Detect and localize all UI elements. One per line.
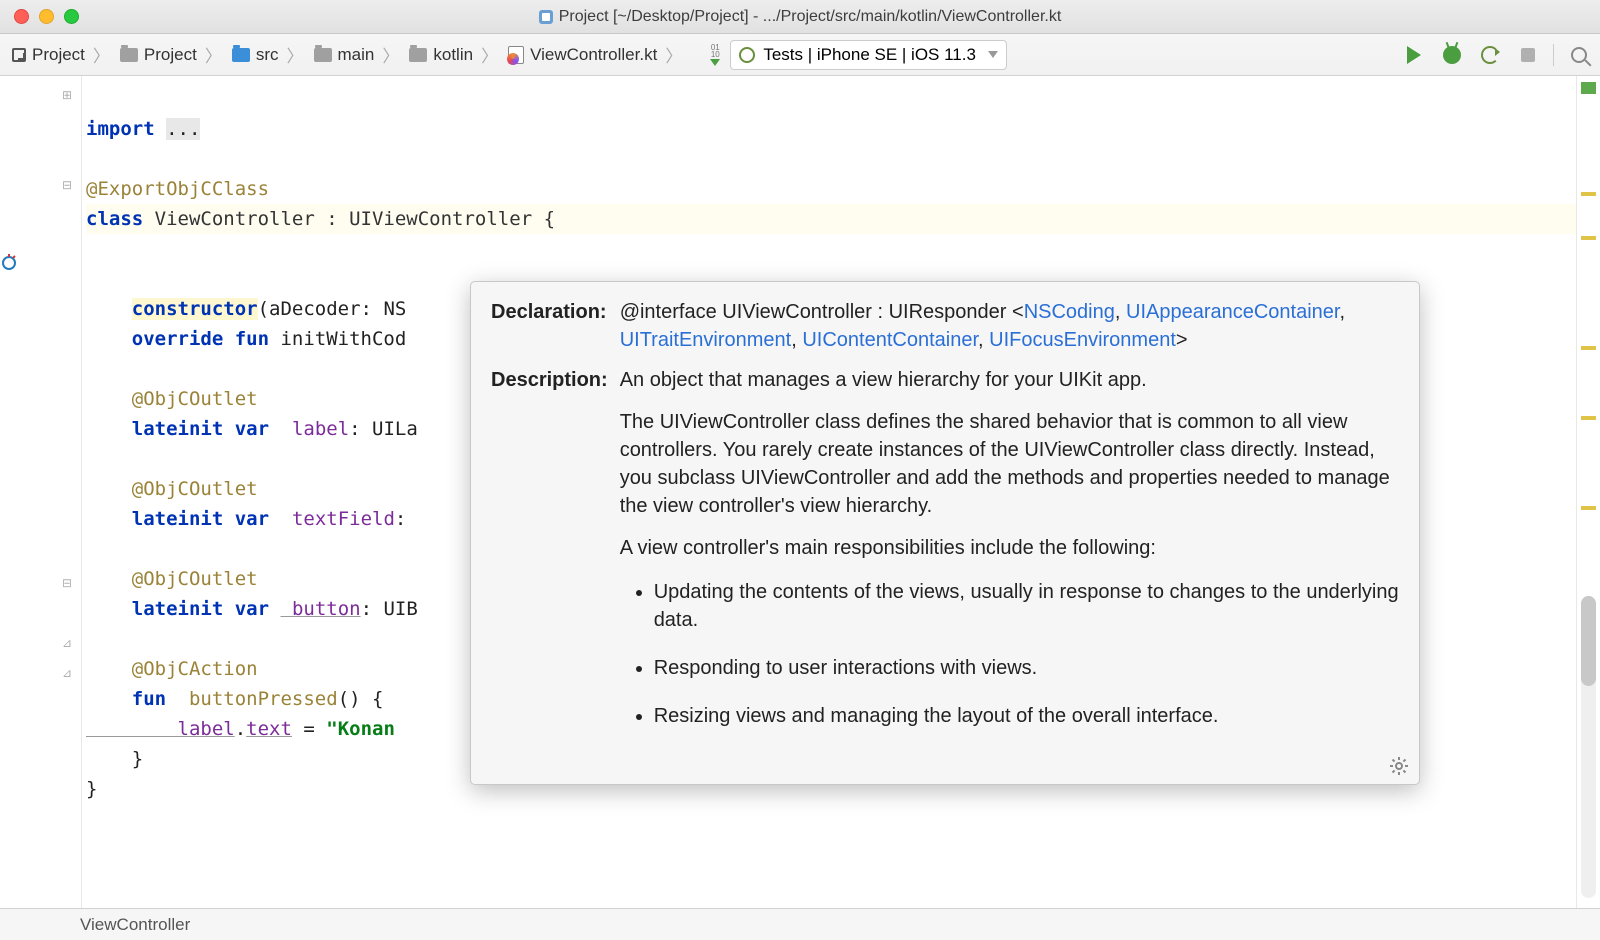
- warning-marker[interactable]: [1581, 236, 1596, 240]
- fold-end-icon[interactable]: ⊿: [62, 666, 72, 680]
- debug-button[interactable]: [1439, 42, 1465, 68]
- doc-declaration-key: Declaration:: [491, 298, 620, 366]
- stop-icon: [1521, 48, 1535, 62]
- search-icon: [1571, 47, 1587, 63]
- window-title: Project [~/Desktop/Project] - .../Projec…: [0, 8, 1600, 26]
- search-everywhere-button[interactable]: [1566, 42, 1592, 68]
- chevron-right-icon: 〉: [665, 42, 682, 67]
- main-toolbar: Project 〉 Project 〉 src 〉 main 〉 kotlin …: [0, 34, 1600, 76]
- breadcrumb-label: kotlin: [433, 45, 473, 65]
- doc-declaration-value: @interface UIViewController : UIResponde…: [620, 298, 1399, 366]
- doc-link[interactable]: UIFocusEnvironment: [989, 329, 1176, 351]
- editor-marker-strip[interactable]: [1576, 76, 1600, 908]
- bug-icon: [1443, 46, 1461, 64]
- window-titlebar: Project [~/Desktop/Project] - .../Projec…: [0, 0, 1600, 34]
- breadcrumb-main[interactable]: main 〉: [310, 42, 404, 67]
- project-icon: [539, 10, 553, 24]
- scrollbar-track[interactable]: [1581, 596, 1596, 898]
- window-title-text: Project [~/Desktop/Project] - .../Projec…: [559, 8, 1062, 26]
- chevron-right-icon: 〉: [481, 42, 498, 67]
- run-config-label: Tests | iPhone SE | iOS 11.3: [763, 45, 976, 65]
- folder-icon: [409, 48, 427, 62]
- doc-list-item: Updating the contents of the views, usua…: [654, 578, 1399, 634]
- editor-gutter[interactable]: ⊞ ⊟ ⊟ ⊿ ⊿: [34, 76, 82, 908]
- folder-icon: [314, 48, 332, 62]
- breadcrumb-root-label: Project: [32, 45, 85, 65]
- zoom-window-button[interactable]: [64, 9, 79, 24]
- run-target-icon: [739, 47, 755, 63]
- breadcrumb-file[interactable]: ViewController.kt 〉: [504, 42, 686, 67]
- project-root-icon: [12, 48, 26, 62]
- close-window-button[interactable]: [14, 9, 29, 24]
- doc-settings-button[interactable]: [1389, 756, 1409, 776]
- doc-description-key: Description:: [491, 366, 620, 762]
- dropdown-icon: [988, 51, 998, 58]
- breadcrumb-label: src: [256, 45, 279, 65]
- run-configuration-select[interactable]: Tests | iPhone SE | iOS 11.3: [730, 40, 1007, 70]
- warning-marker[interactable]: [1581, 192, 1596, 196]
- toolbar-separator: [1553, 44, 1554, 66]
- sync-button[interactable]: 0110: [702, 42, 728, 68]
- doc-list-item: Responding to user interactions with vie…: [654, 654, 1399, 682]
- left-tool-strip: [0, 76, 34, 908]
- chevron-right-icon: 〉: [287, 42, 304, 67]
- coverage-button[interactable]: [1477, 42, 1503, 68]
- window-controls: [0, 9, 79, 24]
- doc-description-value: An object that manages a view hierarchy …: [620, 366, 1399, 762]
- breadcrumb-project[interactable]: Project 〉: [116, 42, 226, 67]
- chevron-right-icon: 〉: [205, 42, 222, 67]
- warning-marker[interactable]: [1581, 416, 1596, 420]
- folder-icon: [232, 48, 250, 62]
- kotlin-file-icon: [508, 46, 524, 64]
- fold-toggle-icon[interactable]: ⊟: [62, 576, 72, 590]
- breadcrumb-label: main: [338, 45, 375, 65]
- warning-marker[interactable]: [1581, 346, 1596, 350]
- folder-icon: [120, 48, 138, 62]
- warning-marker[interactable]: [1581, 506, 1596, 510]
- run-button[interactable]: [1401, 42, 1427, 68]
- doc-table: Declaration: @interface UIViewController…: [491, 298, 1399, 762]
- breadcrumb-kotlin[interactable]: kotlin 〉: [405, 42, 502, 67]
- doc-link[interactable]: NSCoding: [1024, 301, 1115, 323]
- minimize-window-button[interactable]: [39, 9, 54, 24]
- gear-icon: [1389, 756, 1409, 776]
- doc-link[interactable]: UITraitEnvironment: [620, 329, 792, 351]
- coverage-icon: [1481, 46, 1499, 64]
- play-icon: [1407, 46, 1421, 64]
- scrollbar-thumb[interactable]: [1581, 596, 1596, 686]
- fold-end-icon[interactable]: ⊿: [62, 636, 72, 650]
- inspection-status-marker[interactable]: [1581, 82, 1596, 94]
- stop-button[interactable]: [1515, 42, 1541, 68]
- chevron-right-icon: 〉: [382, 42, 399, 67]
- status-bar: ViewController: [0, 908, 1600, 940]
- implementing-method-icon[interactable]: [0, 254, 18, 272]
- breadcrumb-src[interactable]: src 〉: [228, 42, 308, 67]
- quick-documentation-popup: Declaration: @interface UIViewController…: [470, 281, 1420, 785]
- breadcrumb-label: ViewController.kt: [530, 45, 657, 65]
- doc-link[interactable]: UIAppearanceContainer: [1126, 301, 1339, 323]
- chevron-right-icon: 〉: [93, 42, 110, 67]
- editor-area: ⊞ ⊟ ⊟ ⊿ ⊿ import ... @ExportObjCClass cl…: [0, 76, 1600, 908]
- doc-list-item: Resizing views and managing the layout o…: [654, 702, 1399, 730]
- breadcrumb-root[interactable]: Project 〉: [8, 42, 114, 67]
- download-icon: 0110: [710, 44, 720, 66]
- fold-toggle-icon[interactable]: ⊞: [62, 88, 72, 102]
- breadcrumb-label: Project: [144, 45, 197, 65]
- doc-link[interactable]: UIContentContainer: [802, 329, 978, 351]
- status-breadcrumb[interactable]: ViewController: [80, 915, 190, 935]
- fold-toggle-icon[interactable]: ⊟: [62, 178, 72, 192]
